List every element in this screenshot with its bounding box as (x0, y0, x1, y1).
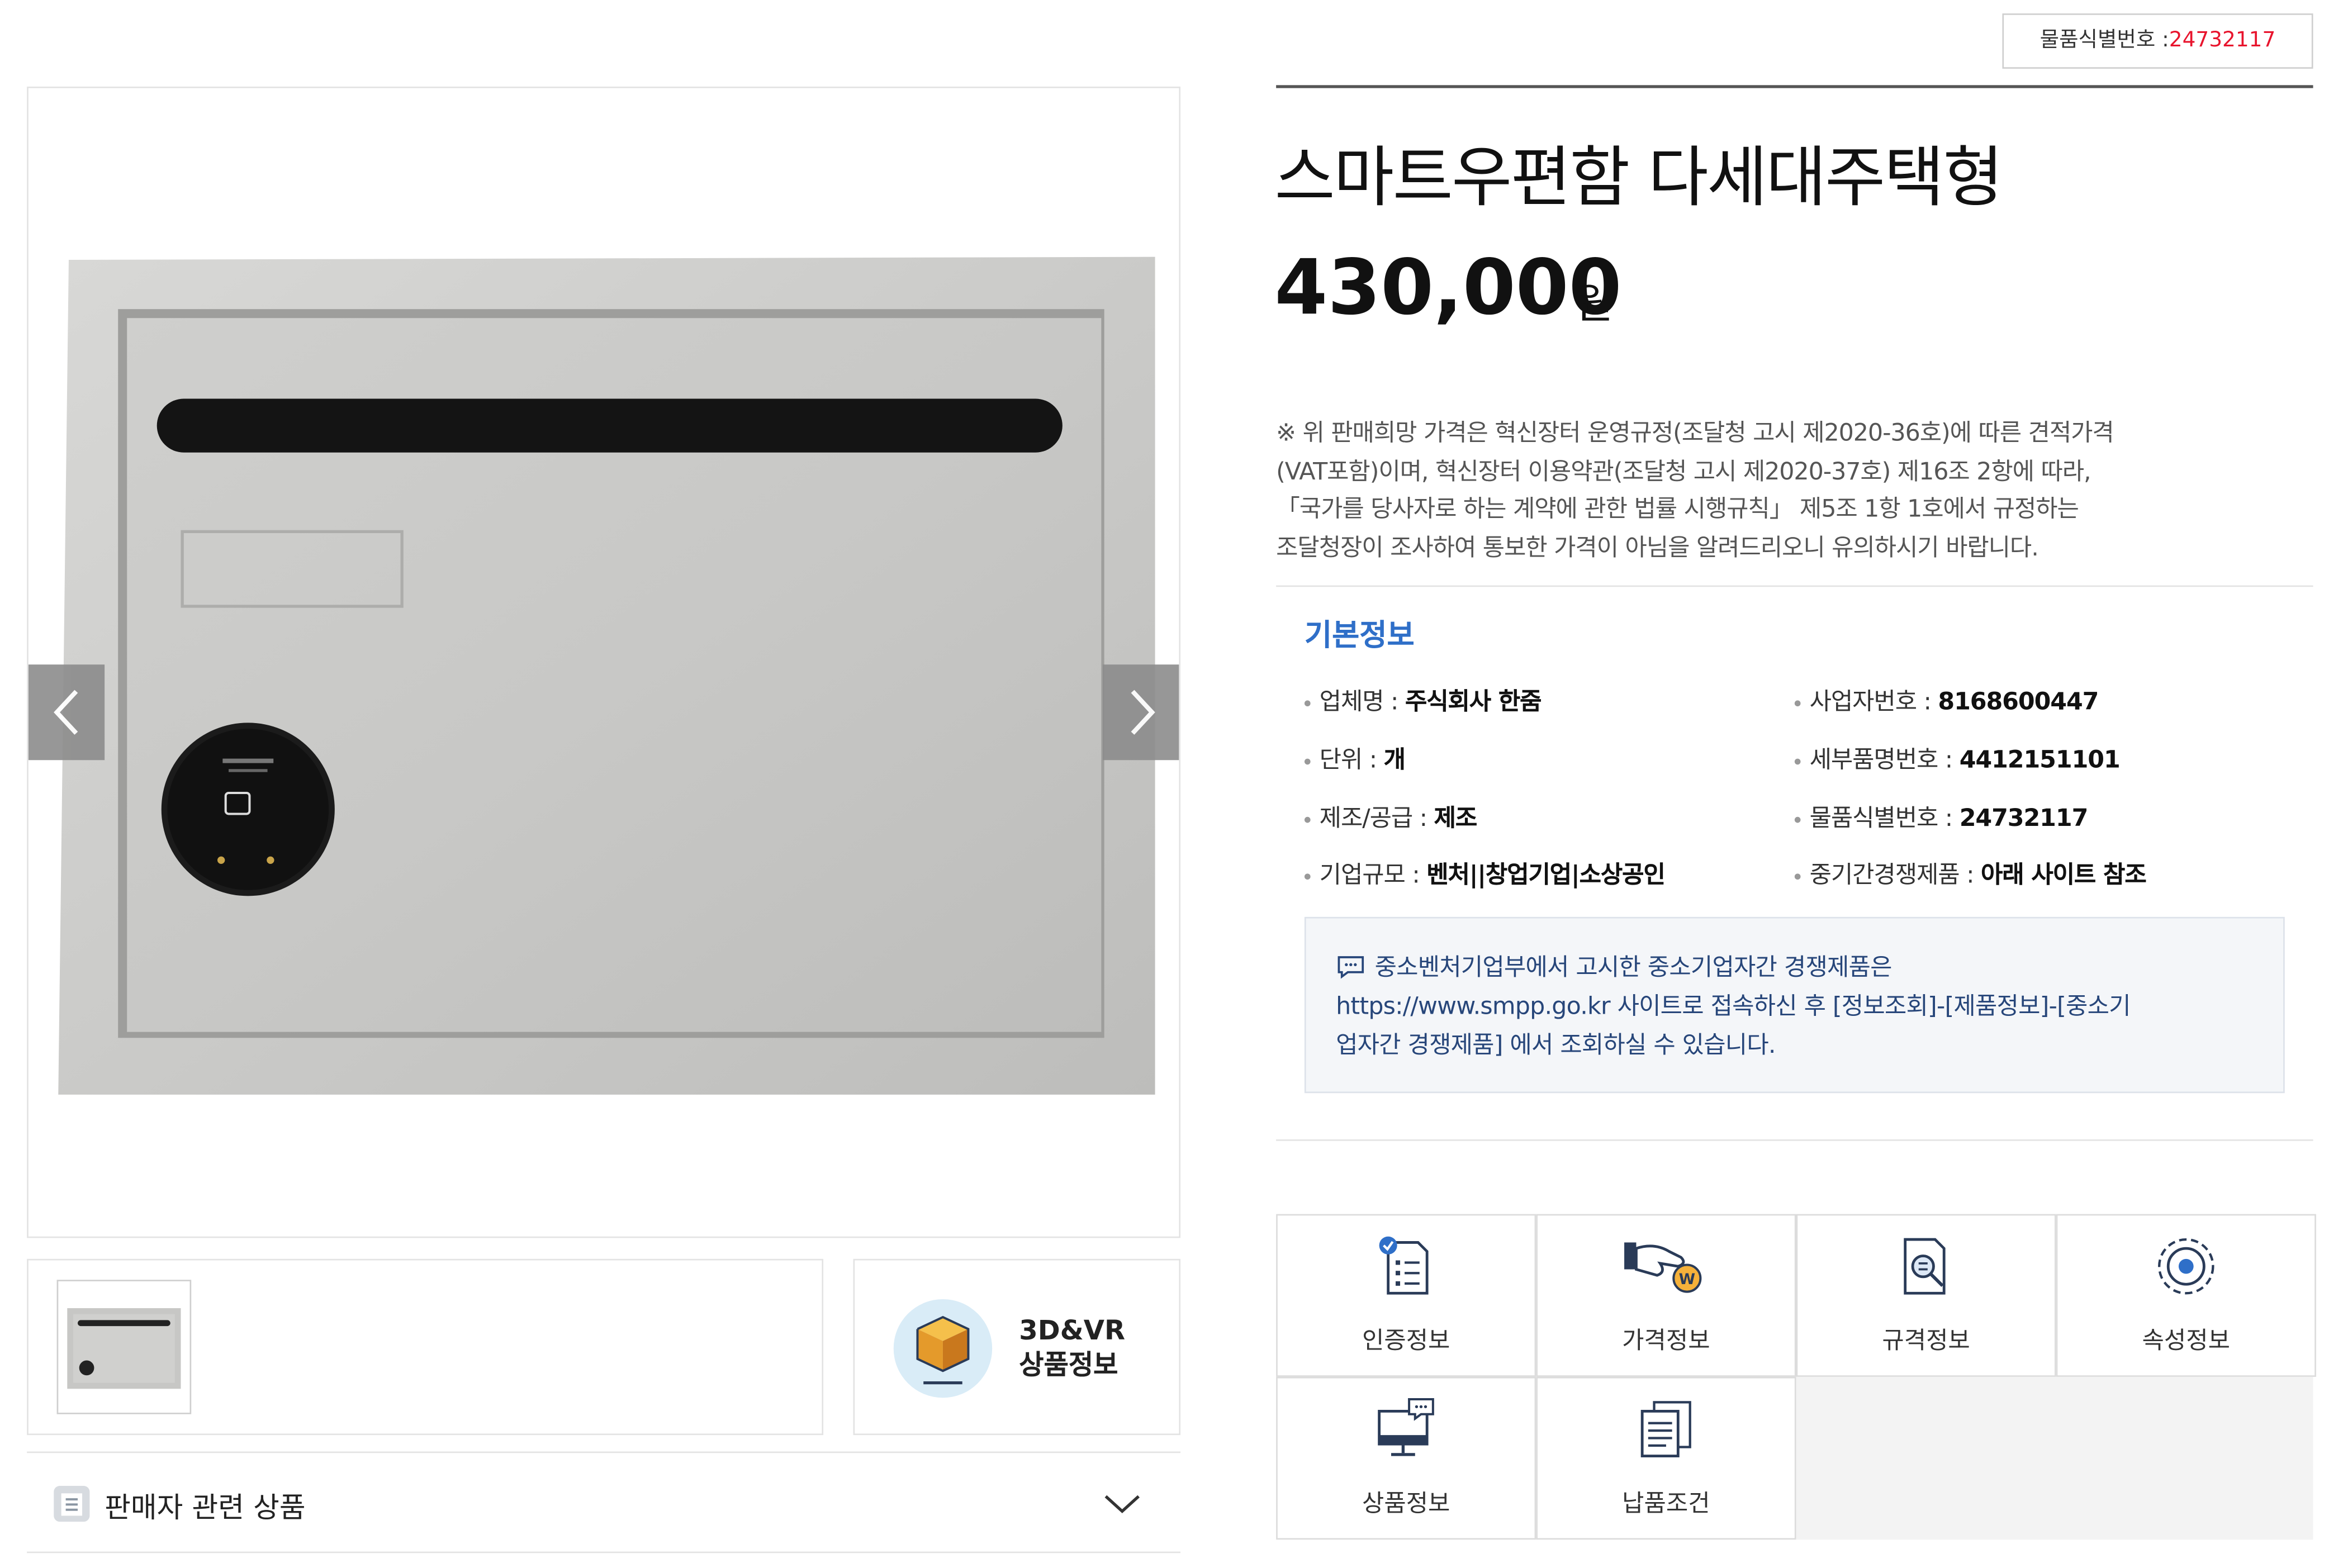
next-image-button[interactable] (1103, 664, 1179, 761)
tab-label: 상품정보 (1362, 1489, 1450, 1518)
vr-label-line2: 상품정보 (1019, 1350, 1118, 1381)
sme-notice-box: 중소벤처기업부에서 고시한 중소기업자간 경쟁제품은 https://www.s… (1304, 916, 2285, 1094)
price-hand-icon: W (1624, 1242, 1702, 1293)
price-unit: 원 (1574, 279, 1614, 329)
vr-product-info-button[interactable]: 3D&VR 상품정보 (853, 1258, 1181, 1436)
product-id-badge: 물품식별번호 :24732117 (2002, 13, 2313, 69)
tab-certification-info[interactable]: 인증정보 (1276, 1214, 1536, 1377)
seller-related-toggle[interactable]: 판매자 관련 상품 (27, 1451, 1181, 1553)
price-notice-line: (VAT포함)이며, 혁신장터 이용약관(조달청 고시 제2020-37호) 제… (1276, 456, 2091, 485)
spec-search-icon (1904, 1238, 1946, 1295)
price-notice-line: ※ 위 판매희망 가격은 혁신장터 운영규정(조달청 고시 제2020-36호)… (1276, 418, 2114, 447)
svg-text:W: W (1679, 1271, 1695, 1288)
list-document-icon (54, 1486, 90, 1522)
info-product-id: 물품식별번호 : 24732117 (1794, 797, 2088, 833)
empty-tile (1796, 1376, 2313, 1540)
product-title: 스마트우편함 다세대주택형 (1274, 140, 2003, 217)
info-sme-competition: 중기간경쟁제품 : 아래 사이트 참조 (1794, 854, 2147, 890)
info-company: 업체명 : 주식회사 한줌 (1304, 681, 1542, 717)
chevron-down-icon (1104, 1495, 1140, 1514)
seller-related-label: 판매자 관련 상품 (105, 1491, 306, 1525)
info-business-number: 사업자번호 : 8168600447 (1794, 681, 2099, 717)
product-id-value: 24732117 (2169, 28, 2276, 53)
info-tabs-grid: 인증정보 W 가격정보 규격정보 속성정보 상품정보 납품조건 (1276, 1214, 2316, 1540)
tab-spec-info[interactable]: 규격정보 (1796, 1214, 2056, 1377)
chevron-left-icon (53, 690, 77, 735)
vr-label-line1: 3D&VR (1019, 1315, 1126, 1347)
info-company-size: 기업규모 : 벤처||창업기업|소상공인 (1304, 854, 1666, 890)
product-id-label: 물품식별번호 : (2040, 28, 2169, 53)
tab-price-info[interactable]: W 가격정보 (1536, 1214, 1796, 1377)
tab-delivery-terms[interactable]: 납품조건 (1536, 1376, 1796, 1540)
mailbox-image (58, 256, 1155, 1095)
tab-label: 인증정보 (1362, 1326, 1450, 1355)
sme-notice-line: https://www.smpp.go.kr 사이트로 접속하신 후 [정보조회… (1336, 991, 2131, 1020)
tab-label: 가격정보 (1622, 1326, 1710, 1355)
thumbnail-item[interactable] (56, 1280, 192, 1414)
divider (1276, 1139, 2313, 1141)
certificate-icon (1379, 1236, 1429, 1295)
mailbox-thumbnail (67, 1308, 181, 1389)
monitor-chat-icon (1378, 1398, 1434, 1456)
tab-label: 납품조건 (1622, 1489, 1710, 1518)
chevron-right-icon (1130, 690, 1155, 735)
product-price: 430,000 (1274, 245, 1622, 333)
info-manufacture-supply: 제조/공급 : 제조 (1304, 797, 1477, 833)
tab-attribute-info[interactable]: 속성정보 (2056, 1214, 2316, 1377)
header-rule (1276, 85, 2313, 88)
info-detail-item-number: 세부품명번호 : 4412151101 (1794, 739, 2121, 775)
tab-product-info[interactable]: 상품정보 (1276, 1376, 1536, 1540)
price-notice-line: 조달청장이 조사하여 통보한 가격이 아님을 알려드리오니 유의하시기 바랍니다… (1276, 532, 2039, 561)
info-unit: 단위 : 개 (1304, 739, 1406, 775)
divider (1276, 585, 2313, 587)
basic-info-title: 기본정보 (1304, 616, 1415, 653)
3d-vr-cube-icon (893, 1299, 993, 1398)
thumbnail-strip (27, 1258, 824, 1436)
prev-image-button[interactable] (28, 664, 105, 761)
price-notice: ※ 위 판매희망 가격은 혁신장터 운영규정(조달청 고시 제2020-36호)… (1276, 414, 2247, 566)
gear-icon (2158, 1238, 2214, 1295)
chat-bubble-icon (1337, 956, 1364, 979)
sme-notice-line: 중소벤처기업부에서 고시한 중소기업자간 경쟁제품은 (1374, 952, 1893, 981)
price-notice-line: 「국가를 당사자로 하는 계약에 관한 법률 시행규칙」 제5조 1항 1호에서… (1276, 494, 2079, 523)
documents-icon (1640, 1401, 1691, 1457)
sme-notice-line: 업자간 경쟁제품] 에서 조회하실 수 있습니다. (1336, 1030, 1776, 1059)
tab-label: 규격정보 (1882, 1326, 1970, 1355)
product-main-image (27, 86, 1181, 1238)
tab-label: 속성정보 (2142, 1326, 2230, 1355)
